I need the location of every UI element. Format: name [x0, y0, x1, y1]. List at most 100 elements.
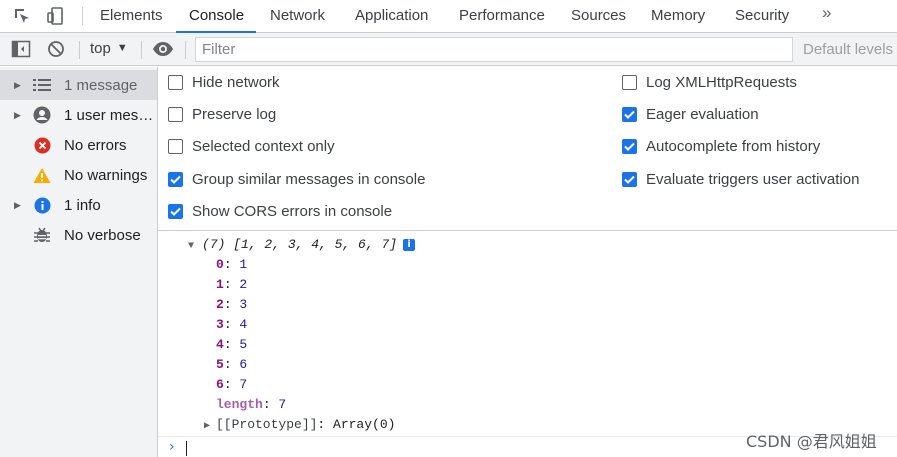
prototype-row[interactable]: ▶ [[Prototype]]: Array(0)	[204, 417, 395, 432]
setting-hide-network[interactable]: Hide network	[168, 74, 280, 91]
prototype-key: [[Prototype]]	[216, 417, 318, 432]
entry-key: 2	[216, 297, 224, 312]
sidebar-item-messages[interactable]: ▶ 1 message	[0, 70, 157, 100]
array-entry: 1: 2	[216, 277, 248, 292]
entry-value: 1	[239, 257, 248, 272]
checkbox-log-xhr[interactable]	[622, 75, 637, 90]
sidebar-item-label: No errors	[64, 136, 127, 154]
toolbar-separator	[79, 41, 80, 59]
checkbox-evaluate-triggers[interactable]	[622, 172, 637, 187]
entry-value: 7	[239, 377, 248, 392]
sidebar-item-errors[interactable]: No errors	[0, 130, 157, 160]
log-levels-dropdown[interactable]: Default levels	[803, 41, 893, 58]
array-entry: 6: 7	[216, 377, 248, 392]
tab-application[interactable]: Application	[355, 0, 428, 32]
console-output: ▼ (7) [1, 2, 3, 4, 5, 6, 7] i 0: 1 1: 2 2:…	[158, 231, 897, 457]
info-icon	[33, 196, 51, 214]
entry-key: 6	[216, 377, 224, 392]
setting-label: Selected context only	[192, 138, 335, 155]
tab-separator	[82, 7, 83, 25]
expand-arrow-icon[interactable]: ▶	[204, 420, 216, 432]
tab-security[interactable]: Security	[735, 0, 789, 32]
setting-label: Log XMLHttpRequests	[646, 74, 797, 91]
bug-icon	[33, 226, 51, 244]
toolbar-separator	[141, 41, 142, 59]
context-label: top	[90, 40, 111, 57]
entry-key: 3	[216, 317, 224, 332]
array-entry: 2: 3	[216, 297, 248, 312]
checkbox-show-cors-errors[interactable]	[168, 204, 183, 219]
more-tabs-button[interactable]: »	[822, 3, 831, 23]
entry-value: 2	[239, 277, 248, 292]
setting-label: Eager evaluation	[646, 106, 759, 123]
sidebar-item-warnings[interactable]: No warnings	[0, 160, 157, 190]
setting-autocomplete-history[interactable]: Autocomplete from history	[622, 138, 820, 155]
setting-preserve-log[interactable]: Preserve log	[168, 106, 276, 123]
checkbox-eager-evaluation[interactable]	[622, 107, 637, 122]
checkbox-hide-network[interactable]	[168, 75, 183, 90]
console-toolbar: top ▼ Default levels	[0, 33, 897, 66]
prompt-chevron-icon: ›	[169, 439, 175, 455]
checkbox-group-similar[interactable]	[168, 172, 183, 187]
checkbox-preserve-log[interactable]	[168, 107, 183, 122]
entry-key: 1	[216, 277, 224, 292]
entry-value: 6	[239, 357, 248, 372]
list-icon	[33, 76, 51, 94]
error-icon	[33, 136, 51, 154]
checkmark-icon	[170, 175, 181, 184]
setting-show-cors-errors[interactable]: Show CORS errors in console	[168, 203, 392, 220]
checkbox-autocomplete-history[interactable]	[622, 139, 637, 154]
info-badge-icon[interactable]: i	[403, 239, 416, 251]
array-entry: 3: 4	[216, 317, 248, 332]
toolbar-separator	[185, 41, 186, 59]
sidebar-item-verbose[interactable]: No verbose	[0, 220, 157, 250]
context-selector[interactable]: top ▼	[90, 40, 128, 57]
watermark: CSDN @君风姐姐	[746, 432, 877, 451]
setting-label: Group similar messages in console	[192, 171, 426, 188]
setting-label: Evaluate triggers user activation	[646, 171, 860, 188]
sidebar-item-info[interactable]: ▶ 1 info	[0, 190, 157, 220]
entry-key: 4	[216, 337, 224, 352]
checkmark-icon	[624, 175, 635, 184]
tab-memory[interactable]: Memory	[651, 0, 705, 32]
checkmark-icon	[624, 110, 635, 119]
setting-label: Show CORS errors in console	[192, 203, 393, 220]
text-caret	[186, 441, 187, 456]
eye-icon[interactable]	[152, 38, 174, 60]
console-sidebar: ▶ 1 message ▶ 1 user mess… No errors No …	[0, 67, 158, 457]
setting-evaluate-triggers[interactable]: Evaluate triggers user activation	[622, 171, 859, 188]
chevron-down-icon: ▼	[116, 42, 128, 54]
expand-arrow-icon: ▶	[14, 199, 21, 210]
array-entry: 4: 5	[216, 337, 248, 352]
array-summary-row[interactable]: ▼ (7) [1, 2, 3, 4, 5, 6, 7] i	[188, 237, 416, 252]
array-length-row: length: 7	[216, 397, 287, 412]
entry-value: 4	[239, 317, 248, 332]
length-key: length	[216, 397, 263, 412]
tab-elements[interactable]: Elements	[100, 0, 163, 32]
collapse-arrow-icon[interactable]: ▼	[188, 241, 202, 252]
user-icon	[33, 106, 51, 124]
setting-log-xhr[interactable]: Log XMLHttpRequests	[622, 74, 797, 91]
clear-console-icon[interactable]	[45, 38, 67, 60]
tab-network[interactable]: Network	[270, 0, 325, 32]
device-toolbar-icon[interactable]	[43, 4, 67, 28]
array-entry: 0: 1	[216, 257, 248, 272]
setting-selected-context-only[interactable]: Selected context only	[168, 138, 335, 155]
tab-performance[interactable]: Performance	[459, 0, 545, 32]
element-picker-icon[interactable]	[10, 4, 34, 28]
sidebar-item-label: 1 user mess…	[64, 106, 156, 124]
filter-input[interactable]	[195, 37, 793, 62]
sidebar-item-label: 1 message	[64, 76, 138, 94]
sidebar-toggle-icon[interactable]	[10, 38, 32, 60]
sidebar-item-user-messages[interactable]: ▶ 1 user mess…	[0, 100, 157, 130]
devtools-tab-bar: Elements Console Network Application Per…	[0, 0, 897, 33]
console-settings-pane: Hide network Preserve log Selected conte…	[158, 67, 897, 231]
checkmark-icon	[624, 142, 635, 151]
setting-eager-evaluation[interactable]: Eager evaluation	[622, 106, 759, 123]
setting-label: Preserve log	[192, 106, 277, 123]
tab-console[interactable]: Console	[175, 0, 257, 33]
checkbox-selected-context-only[interactable]	[168, 139, 183, 154]
tab-sources[interactable]: Sources	[571, 0, 626, 32]
setting-label: Hide network	[192, 74, 280, 91]
setting-group-similar[interactable]: Group similar messages in console	[168, 171, 425, 188]
